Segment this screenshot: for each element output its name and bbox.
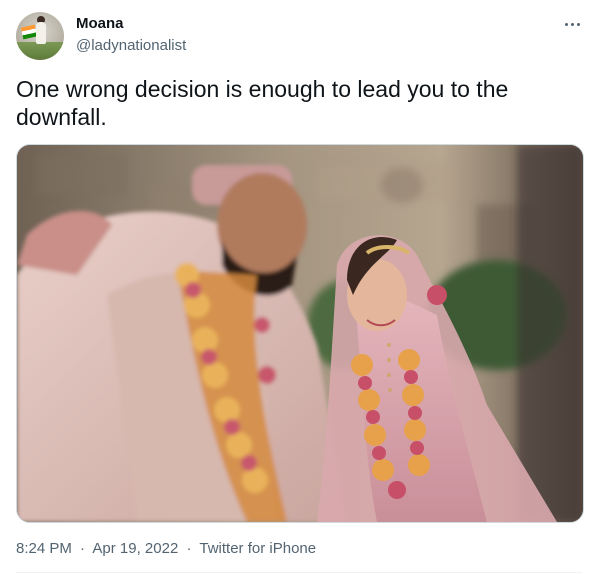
- tweet-date[interactable]: Apr 19, 2022: [92, 540, 178, 557]
- user-avatar[interactable]: [16, 12, 64, 60]
- meta-separator: ·: [80, 540, 86, 557]
- display-name[interactable]: Moana: [76, 15, 124, 32]
- tweet-source[interactable]: Twitter for iPhone: [199, 540, 316, 557]
- dot: [576, 22, 580, 26]
- wedding-photo-illustration: [17, 145, 583, 522]
- tweet-photo[interactable]: [16, 144, 584, 523]
- tweet-metadata: 8:24 PM · Apr 19, 2022 · Twitter for iPh…: [16, 540, 316, 557]
- more-options-icon[interactable]: [558, 12, 586, 36]
- divider: [16, 572, 582, 573]
- dot: [570, 22, 574, 26]
- user-handle[interactable]: @ladynationalist: [76, 37, 186, 54]
- tweet-card: Moana @ladynationalist One wrong decisio…: [0, 0, 598, 575]
- dot: [564, 22, 568, 26]
- meta-separator: ·: [186, 540, 192, 557]
- tweet-text: One wrong decision is enough to lead you…: [16, 76, 509, 130]
- tweet-time[interactable]: 8:24 PM: [16, 540, 72, 557]
- flag-icon: [20, 24, 38, 40]
- avatar-figure-body: [36, 22, 46, 44]
- avatar-background: [16, 42, 64, 60]
